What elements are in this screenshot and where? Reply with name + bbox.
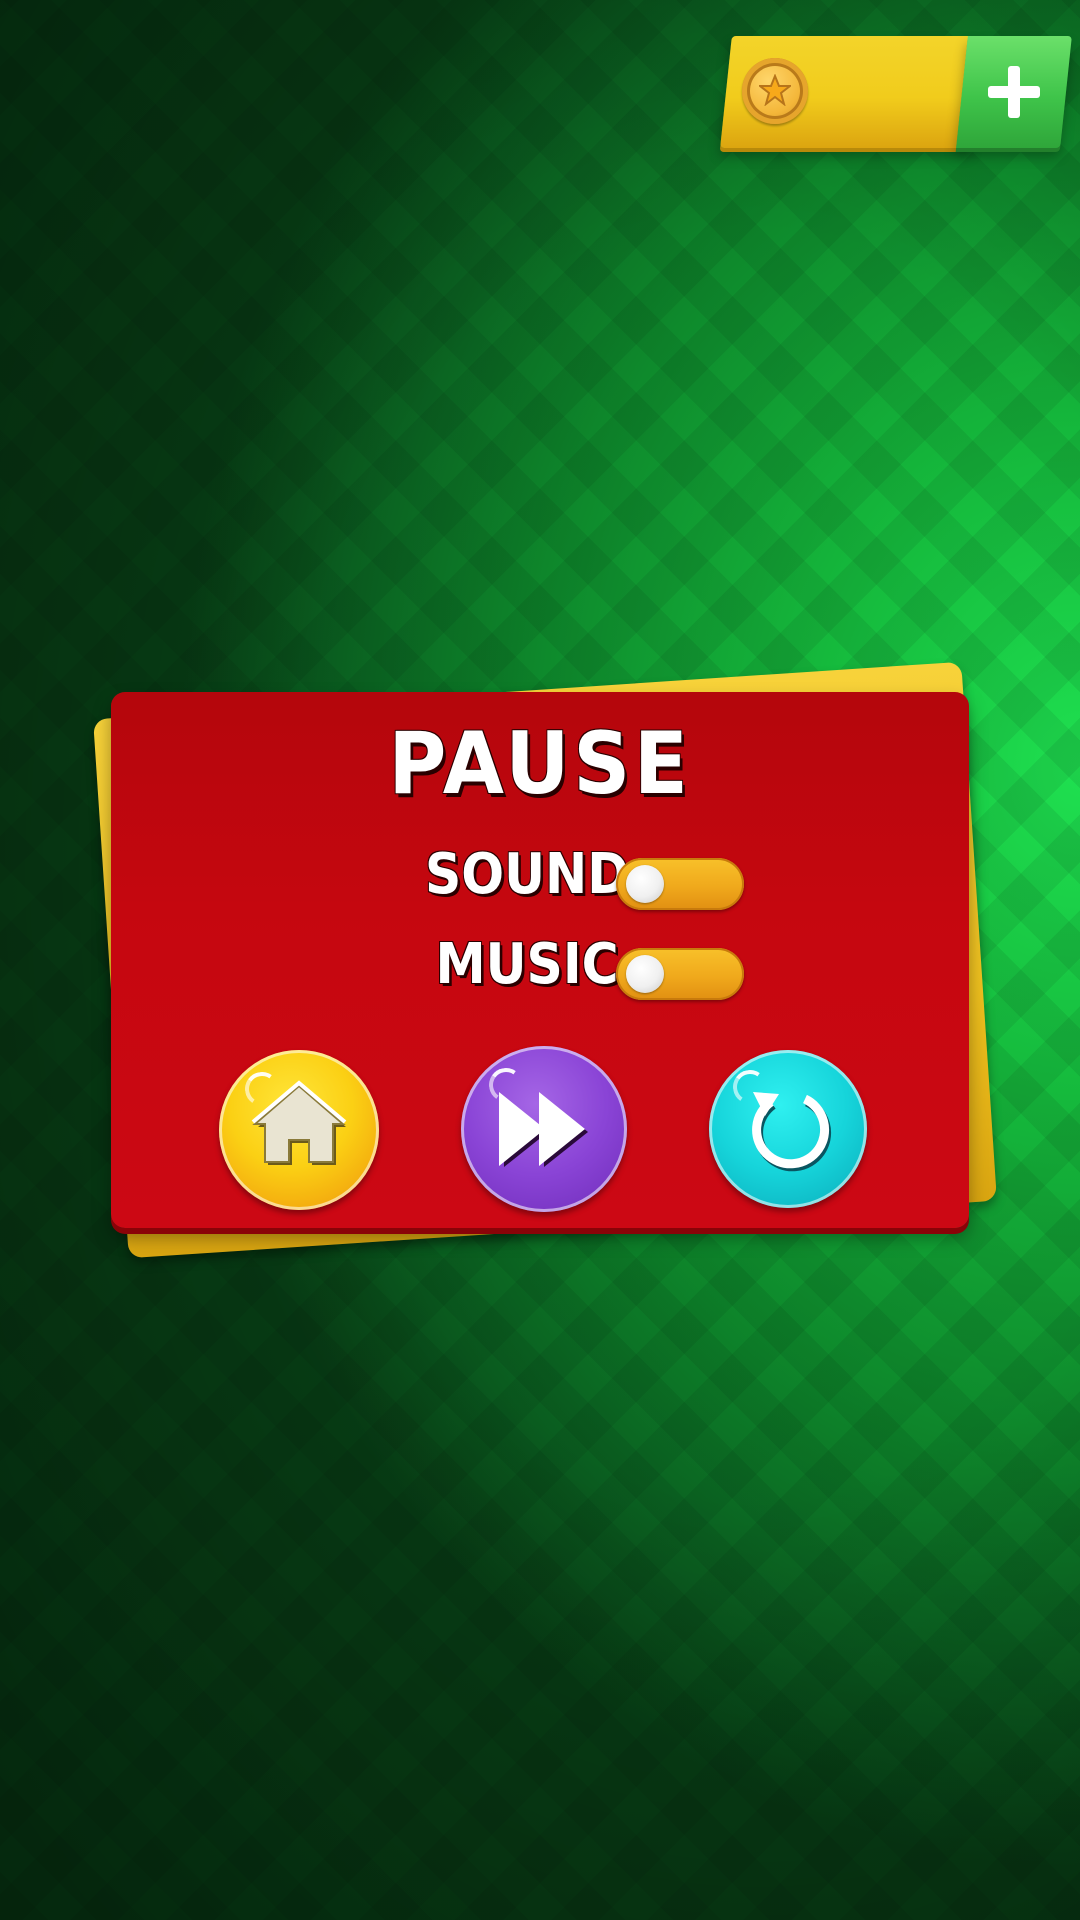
home-icon (251, 1080, 347, 1165)
home-button[interactable] (219, 1050, 379, 1210)
sound-label: SOUND (424, 842, 630, 907)
toggle-knob (626, 865, 664, 903)
coin-star-icon (742, 58, 808, 124)
add-coins-button[interactable] (956, 36, 1072, 148)
fast-forward-icon (499, 1092, 588, 1167)
replay-button[interactable] (709, 1050, 867, 1208)
sound-toggle[interactable] (616, 858, 744, 910)
plus-icon (988, 66, 1040, 118)
music-toggle[interactable] (616, 948, 744, 1000)
music-label: MUSIC (435, 932, 619, 997)
toggle-knob (626, 955, 664, 993)
coin-amount (830, 70, 950, 110)
pause-title: PAUSE (388, 714, 692, 814)
pause-panel: PAUSE SOUND MUSIC (111, 692, 969, 1228)
resume-button[interactable] (461, 1046, 627, 1212)
replay-icon (752, 1092, 832, 1172)
star-icon (759, 74, 791, 106)
